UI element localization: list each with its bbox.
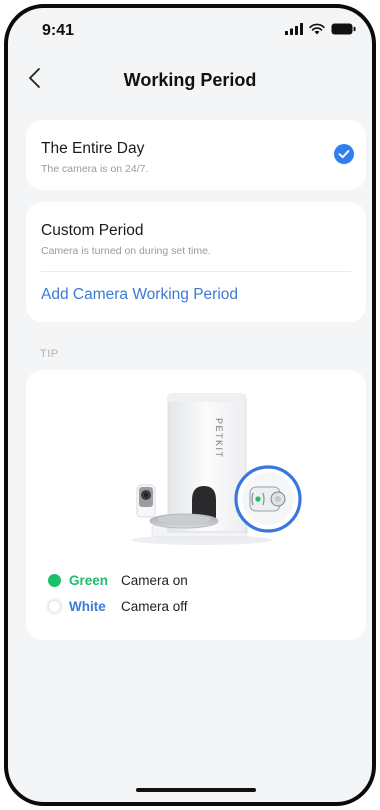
status-time: 9:41: [42, 22, 75, 39]
status-bar: 9:41: [8, 8, 372, 54]
tip-card: PETKIT Green Camera on White Camera off: [26, 370, 366, 640]
option-subtitle: The camera is on 24/7.: [41, 163, 149, 175]
phone-frame: 9:41 Working Period The Entire Day The c…: [4, 4, 376, 806]
white-dot-icon: [48, 600, 61, 613]
signal-icon: [285, 23, 303, 35]
option-entire-day[interactable]: The Entire Day The camera is on 24/7.: [26, 120, 366, 190]
nav-bar: Working Period: [8, 54, 372, 104]
status-icons: [285, 23, 356, 35]
option-title: The Entire Day: [41, 140, 145, 157]
legend-row-green: Green Camera on: [48, 573, 188, 588]
home-indicator[interactable]: [136, 788, 256, 792]
feeder-illustration: PETKIT: [132, 393, 302, 545]
legend-name: Green: [69, 573, 109, 588]
legend-row-white: White Camera off: [48, 599, 188, 614]
option-custom-period[interactable]: Custom Period: [41, 222, 144, 240]
page-title: Working Period: [123, 70, 257, 90]
option-custom-period-card: Custom Period Camera is turned on during…: [26, 202, 366, 322]
legend-description: Camera off: [121, 599, 188, 614]
option-subtitle: Camera is turned on during set time.: [41, 245, 211, 257]
add-camera-working-period-link[interactable]: Add Camera Working Period: [41, 286, 238, 304]
legend-description: Camera on: [121, 573, 188, 588]
brand-logo: PETKIT: [214, 418, 224, 459]
legend-name: White: [69, 599, 106, 614]
tip-label: TIP: [40, 348, 59, 360]
green-dot-icon: [48, 574, 61, 587]
wifi-icon: [309, 23, 325, 35]
battery-icon: [331, 23, 356, 35]
divider: [41, 271, 351, 272]
check-icon: [334, 144, 354, 164]
